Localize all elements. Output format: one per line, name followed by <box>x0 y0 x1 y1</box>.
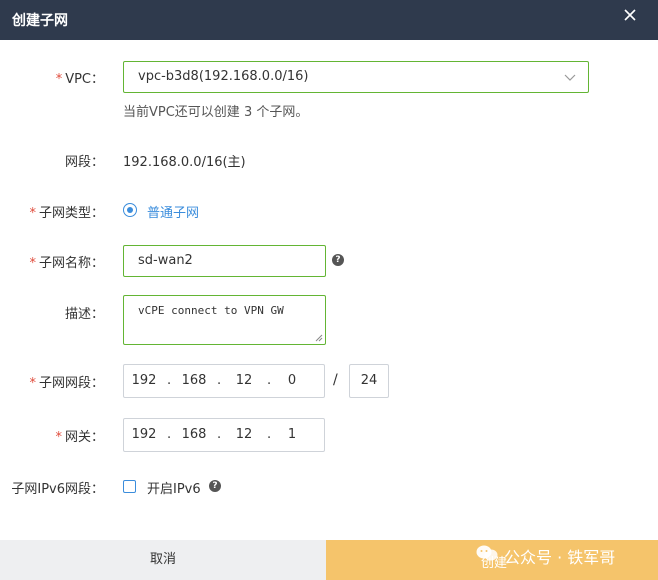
gateway-octet-1[interactable]: 192 <box>129 427 159 442</box>
subnet-type-option-label[interactable]: 普通子网 <box>147 202 199 221</box>
vpc-label: * VPC： <box>55 72 104 87</box>
gateway-octet-4[interactable]: 1 <box>277 427 307 442</box>
vpc-select[interactable]: vpc-b3d8(192.168.0.0/16) <box>123 61 589 93</box>
cidr-octet-2[interactable]: 168 <box>179 373 209 388</box>
dialog-title: 创建子网 <box>12 13 68 29</box>
watermark-text: 公众号 · 铁军哥 <box>504 548 616 567</box>
cancel-button-label: 取消 <box>149 552 176 567</box>
resize-grip-icon[interactable] <box>315 334 323 342</box>
segment-value: 192.168.0.0/16(主) <box>123 155 246 170</box>
vpc-select-value: vpc-b3d8(192.168.0.0/16) <box>138 69 309 84</box>
gateway-dot: . <box>217 427 222 442</box>
chevron-down-icon <box>564 74 576 81</box>
subnet-name-input[interactable]: sd-wan2 <box>123 245 326 277</box>
wechat-icon <box>476 545 498 561</box>
subnet-type-label: * 子网类型： <box>29 206 104 221</box>
cidr-slash: / <box>333 372 338 388</box>
ipv6-checkbox-label[interactable]: 开启IPv6 <box>147 478 201 497</box>
ipv6-label: 子网IPv6网段： <box>11 482 104 497</box>
gateway-octet-3[interactable]: 12 <box>229 427 259 442</box>
cancel-button[interactable]: 取消 <box>0 540 326 580</box>
help-icon[interactable]: ? <box>332 254 344 266</box>
cidr-mask-input[interactable]: 24 <box>349 364 389 398</box>
gateway-input[interactable]: 192 . 168 . 12 . 1 <box>123 418 325 452</box>
help-icon[interactable]: ? <box>209 480 221 492</box>
cidr-octet-4[interactable]: 0 <box>277 373 307 388</box>
gateway-label: * 网关： <box>55 430 104 445</box>
cidr-mask-value: 24 <box>360 373 378 388</box>
subnet-type-radio[interactable] <box>123 203 137 217</box>
cidr-dot: . <box>167 373 172 388</box>
cidr-dot: . <box>217 373 222 388</box>
description-label: 描述： <box>64 307 104 322</box>
cidr-octet-3[interactable]: 12 <box>229 373 259 388</box>
gateway-dot: . <box>267 427 272 442</box>
description-value: vCPE connect to VPN GW <box>138 304 284 317</box>
dialog-titlebar: 创建子网 <box>0 0 658 40</box>
vpc-hint: 当前VPC还可以创建 3 个子网。 <box>123 105 309 120</box>
gateway-octet-2[interactable]: 168 <box>179 427 209 442</box>
close-icon[interactable] <box>622 7 638 23</box>
subnet-name-value: sd-wan2 <box>138 253 193 268</box>
subnet-cidr-label: * 子网网段： <box>29 376 104 391</box>
description-textarea[interactable]: vCPE connect to VPN GW <box>123 295 326 345</box>
segment-label: 网段： <box>64 155 104 170</box>
subnet-cidr-input[interactable]: 192 . 168 . 12 . 0 <box>123 364 325 398</box>
subnet-name-label: * 子网名称： <box>29 256 104 271</box>
ipv6-checkbox[interactable] <box>123 480 136 493</box>
cidr-dot: . <box>267 373 272 388</box>
cidr-octet-1[interactable]: 192 <box>129 373 159 388</box>
gateway-dot: . <box>167 427 172 442</box>
